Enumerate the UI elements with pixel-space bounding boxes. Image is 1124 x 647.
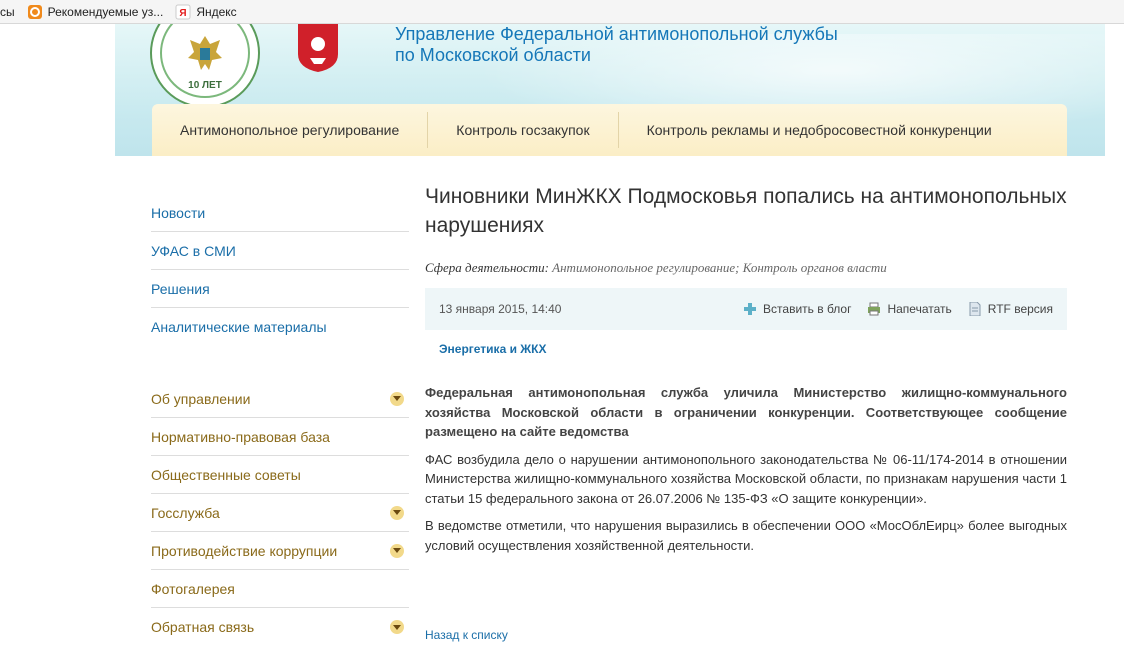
sidebar-item-label: Обратная связь — [151, 619, 255, 635]
sidebar-item-legal-base[interactable]: Нормативно-правовая база — [151, 418, 409, 456]
site-title-line1: Управление Федеральной антимонопольной с… — [395, 24, 838, 44]
sphere-label: Сфера деятельности: — [425, 260, 549, 275]
print-button[interactable]: Напечатать — [867, 302, 952, 316]
insert-into-blog-label: Вставить в блог — [763, 302, 852, 316]
sidebar-item-feedback[interactable]: Обратная связь — [151, 608, 409, 646]
sidebar-item-photo-gallery[interactable]: Фотогалерея — [151, 570, 409, 608]
bookmark-label: Яндекс — [196, 4, 237, 19]
back-to-list-link[interactable]: Назад к списку — [425, 628, 508, 642]
sidebar-item-label: Общественные советы — [151, 466, 301, 483]
site-title[interactable]: Управление Федеральной антимонопольной с… — [395, 24, 838, 66]
article-tag-link[interactable]: Энергетика и ЖКХ — [439, 342, 1067, 356]
bookmark-item-partial[interactable]: сы — [0, 5, 15, 19]
article: Чиновники МинЖКХ Подмосковья попались на… — [425, 182, 1067, 555]
article-meta-bar: 13 января 2015, 14:40 Вставить в блог На… — [425, 288, 1067, 330]
top-navigation: Антимонопольное регулирование Контроль г… — [152, 104, 1067, 156]
sidebar-link-analytics[interactable]: Аналитические материалы — [151, 308, 409, 346]
nav-advertising-control[interactable]: Контроль рекламы и недобросовестной конк… — [619, 104, 1020, 156]
bookmark-b-icon — [27, 4, 43, 20]
chevron-down-icon[interactable] — [390, 620, 404, 634]
article-date: 13 января 2015, 14:40 — [439, 302, 562, 316]
yandex-icon: Я — [175, 4, 191, 20]
document-icon — [968, 302, 982, 316]
sidebar-item-civil-service[interactable]: Госслужба — [151, 494, 409, 532]
sidebar-item-label: Фотогалерея — [151, 580, 235, 597]
emblem-years: 10 ЛЕТ — [188, 80, 222, 91]
chevron-down-icon[interactable] — [390, 505, 404, 520]
site-title-line2: по Московской области — [395, 45, 591, 65]
plus-icon — [743, 302, 757, 316]
sidebar-item-anti-corruption[interactable]: Противодействие коррупции — [151, 532, 409, 570]
bookmark-label: сы — [0, 4, 15, 19]
sidebar-link-news[interactable]: Новости — [151, 194, 409, 232]
sidebar-item-label: Противодействие коррупции — [151, 542, 338, 559]
sidebar-item-label: Госслужба — [151, 504, 220, 521]
article-paragraph-1: ФАС возбудила дело о нарушении антимоноп… — [425, 451, 1067, 506]
article-lead: Федеральная антимонопольная служба уличи… — [425, 385, 1067, 439]
article-headline: Чиновники МинЖКХ Подмосковья попались на… — [425, 185, 1067, 237]
eagle-icon — [188, 36, 222, 70]
nav-antimonopoly-regulation[interactable]: Антимонопольное регулирование — [152, 104, 427, 156]
print-label: Напечатать — [887, 302, 952, 316]
sidebar: Новости УФАС в СМИ Решения Аналитические… — [151, 194, 409, 646]
bookmark-label: Рекомендуемые уз... — [47, 4, 164, 19]
fas-emblem-logo[interactable]: 10 ЛЕТ — [150, 24, 260, 108]
insert-into-blog-button[interactable]: Вставить в блог — [743, 302, 851, 316]
svg-text:Я: Я — [180, 8, 187, 19]
chevron-down-icon[interactable] — [390, 391, 404, 406]
bookmarks-bar: сы Рекомендуемые уз... Я Яндекс — [0, 0, 1124, 24]
moscow-coat-of-arms-icon[interactable] — [296, 24, 340, 72]
bookmark-item-recommended[interactable]: Рекомендуемые уз... — [27, 4, 164, 20]
sidebar-item-label: Нормативно-правовая база — [151, 428, 330, 445]
sidebar-menu-group: Об управлении Нормативно-правовая база О… — [151, 380, 409, 646]
rtf-version-button[interactable]: RTF версия — [968, 302, 1053, 316]
sidebar-item-public-councils[interactable]: Общественные советы — [151, 456, 409, 494]
article-tools: Вставить в блог Напечатать RTF версия — [727, 302, 1053, 316]
nav-procurement-control[interactable]: Контроль госзакупок — [428, 104, 617, 156]
article-sphere: Сфера деятельности: Антимонопольное регу… — [425, 260, 1067, 276]
rtf-version-label: RTF версия — [987, 302, 1053, 316]
article-paragraph-2: В ведомстве отметили, что нарушения выра… — [425, 518, 1067, 553]
printer-icon — [867, 302, 881, 316]
sidebar-link-decisions[interactable]: Решения — [151, 270, 409, 308]
sphere-value[interactable]: Антимонопольное регулирование; Контроль … — [552, 260, 887, 275]
sidebar-item-label: Об управлении — [151, 390, 251, 407]
sidebar-link-media[interactable]: УФАС в СМИ — [151, 232, 409, 270]
chevron-down-icon[interactable] — [390, 543, 404, 558]
bookmark-item-yandex[interactable]: Я Яндекс — [175, 4, 237, 20]
sidebar-item-about[interactable]: Об управлении — [151, 380, 409, 418]
